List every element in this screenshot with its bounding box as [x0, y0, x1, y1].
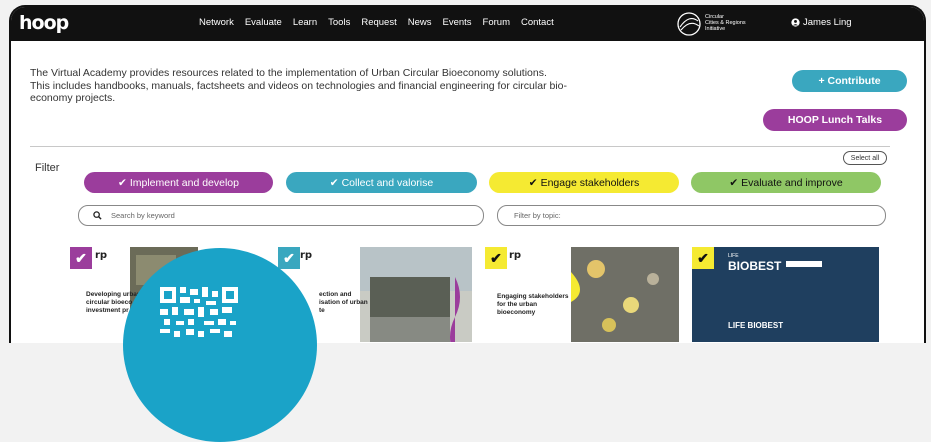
qr-code-icon: [160, 287, 238, 337]
nav-tools[interactable]: Tools: [328, 17, 350, 28]
lunch-talks-button[interactable]: HOOP Lunch Talks: [763, 109, 907, 131]
card-title: Engaging stakeholders for the urban bioe…: [497, 293, 569, 316]
search-icon: [93, 211, 102, 220]
check-icon: ✔: [118, 176, 127, 189]
eu-logo: [786, 261, 822, 267]
select-all-button[interactable]: Select all: [843, 151, 887, 165]
search-placeholder: Search by keyword: [111, 211, 175, 220]
resource-card[interactable]: ✔ LIFE BIOBEST LIFE BIOBEST: [692, 247, 879, 342]
card-logo: rp: [95, 250, 108, 261]
qr-code-bubble: [123, 248, 317, 442]
search-input[interactable]: Search by keyword: [78, 205, 484, 226]
intro-text: The Virtual Academy provides resources r…: [30, 67, 567, 105]
card-logo: rp: [509, 250, 522, 261]
card-logo: BIOBEST: [728, 259, 782, 273]
nav-contact[interactable]: Contact: [521, 17, 554, 28]
check-icon: ✔: [528, 176, 538, 189]
check-icon: ✔: [692, 247, 714, 269]
card-title: LIFE BIOBEST: [728, 321, 784, 330]
check-icon: ✔: [329, 176, 339, 189]
card-logo: rp: [300, 250, 313, 261]
filter-label: Filter: [35, 162, 60, 174]
chip-collect-valorise[interactable]: ✔ Collect and valorise: [286, 172, 477, 193]
nav-events[interactable]: Events: [442, 17, 471, 28]
user-menu[interactable]: James Ling: [791, 17, 852, 28]
top-navbar: hoop Network Evaluate Learn Tools Reques…: [11, 7, 924, 41]
chip-engage-stakeholders[interactable]: ✔ Engage stakeholders: [489, 172, 679, 193]
check-icon: ✔: [278, 247, 300, 269]
chip-evaluate-improve[interactable]: ✔ Evaluate and improve: [691, 172, 881, 193]
main-nav: Network Evaluate Learn Tools Request New…: [199, 17, 565, 28]
contribute-button[interactable]: + Contribute: [792, 70, 907, 92]
nav-network[interactable]: Network: [199, 17, 234, 28]
resource-card[interactable]: ✔ rp Engaging stakeholders for the urban…: [485, 247, 679, 342]
topic-placeholder: Filter by topic:: [514, 211, 561, 220]
card-photo: [571, 247, 679, 342]
hoop-logo[interactable]: hoop: [19, 12, 69, 34]
circular-cities-logo[interactable]: Circular Cities & Regions Initiative: [676, 11, 786, 37]
card-title: ection and isation of urban te: [319, 291, 368, 314]
nav-evaluate[interactable]: Evaluate: [245, 17, 282, 28]
card-photo: [360, 247, 472, 342]
nav-news[interactable]: News: [408, 17, 432, 28]
nav-learn[interactable]: Learn: [293, 17, 317, 28]
topic-filter-input[interactable]: Filter by topic:: [497, 205, 886, 226]
check-icon: ✔: [70, 247, 92, 269]
nav-forum[interactable]: Forum: [483, 17, 510, 28]
check-icon: ✔: [729, 176, 739, 189]
check-icon: ✔: [485, 247, 507, 269]
circular-cities-emblem-icon: [677, 12, 701, 36]
divider: [30, 146, 890, 147]
nav-request[interactable]: Request: [361, 17, 396, 28]
chip-implement-develop[interactable]: ✔ Implement and develop: [84, 172, 273, 193]
partner-logo-text: Circular Cities & Regions Initiative: [705, 14, 746, 33]
user-icon: [791, 18, 800, 27]
user-name: James Ling: [803, 17, 852, 28]
